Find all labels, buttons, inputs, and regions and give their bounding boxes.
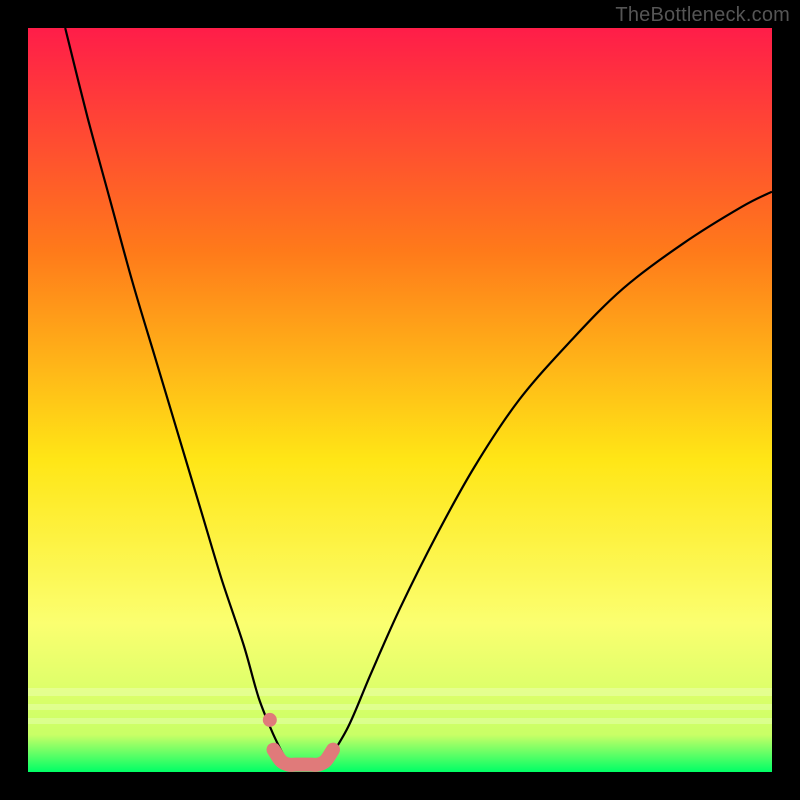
plot-area [28, 28, 772, 772]
salmon-dot [263, 713, 277, 727]
watermark-text: TheBottleneck.com [615, 4, 790, 27]
chart-frame: TheBottleneck.com [0, 0, 800, 800]
chart-svg [28, 28, 772, 772]
gradient-background [28, 28, 772, 772]
bottom-banding [28, 688, 772, 724]
